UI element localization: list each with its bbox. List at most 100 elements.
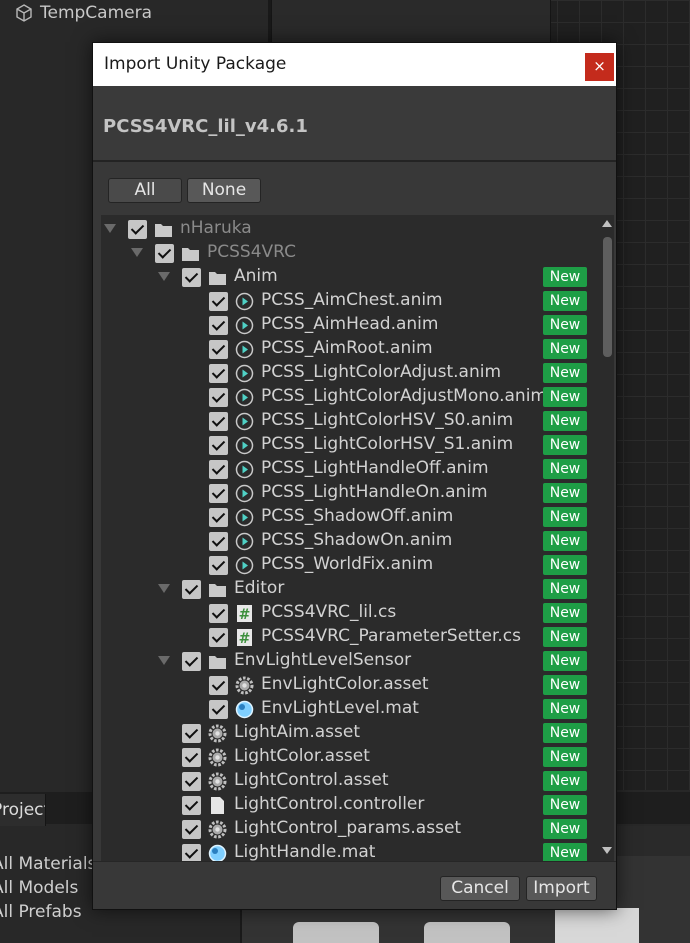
tree-row-label: EnvLightColor.asset bbox=[261, 674, 429, 694]
folder-icon bbox=[208, 652, 227, 671]
expand-arrow-icon[interactable] bbox=[158, 656, 170, 665]
include-checkbox[interactable] bbox=[209, 412, 228, 431]
tree-row-label-clip: PCSS4VRC_lil.cs bbox=[261, 602, 543, 624]
cancel-button[interactable]: Cancel bbox=[440, 876, 520, 901]
include-checkbox[interactable] bbox=[182, 820, 201, 839]
include-checkbox[interactable] bbox=[182, 724, 201, 743]
close-button[interactable]: × bbox=[585, 53, 614, 81]
hierarchy-item-tempcamera[interactable]: TempCamera bbox=[14, 2, 152, 24]
folder-thumbnail[interactable] bbox=[424, 922, 510, 943]
include-checkbox[interactable] bbox=[182, 772, 201, 791]
tree-row[interactable]: PCSS_AimChest.anim New bbox=[101, 289, 601, 313]
expand-arrow-icon[interactable] bbox=[158, 584, 170, 593]
select-none-button[interactable]: None bbox=[187, 178, 261, 203]
tree-row-label: LightControl_params.asset bbox=[234, 818, 462, 838]
include-checkbox[interactable] bbox=[209, 676, 228, 695]
include-checkbox[interactable] bbox=[209, 388, 228, 407]
tree-row[interactable]: PCSS_AimRoot.anim New bbox=[101, 337, 601, 361]
tree-row[interactable]: LightHandle.mat New bbox=[101, 841, 601, 861]
tree-row[interactable]: PCSS4VRC bbox=[101, 241, 601, 265]
include-checkbox[interactable] bbox=[209, 364, 228, 383]
tree-row[interactable]: EnvLightLevel.mat New bbox=[101, 697, 601, 721]
folder-thumbnail[interactable] bbox=[293, 922, 379, 943]
include-checkbox[interactable] bbox=[209, 628, 228, 647]
include-checkbox[interactable] bbox=[182, 796, 201, 815]
tree-row-label: PCSS_AimChest.anim bbox=[261, 290, 443, 310]
include-checkbox[interactable] bbox=[209, 484, 228, 503]
import-button[interactable]: Import bbox=[526, 876, 597, 901]
favorite-all-prefabs[interactable]: All Prefabs bbox=[0, 902, 82, 926]
expand-arrow-icon[interactable] bbox=[158, 272, 170, 281]
tree-row[interactable]: LightControl.asset New bbox=[101, 769, 601, 793]
favorite-all-models[interactable]: All Models bbox=[0, 878, 78, 902]
tree-row[interactable]: LightControl.controller New bbox=[101, 793, 601, 817]
include-checkbox[interactable] bbox=[209, 316, 228, 335]
include-checkbox[interactable] bbox=[182, 652, 201, 671]
scrollbar-thumb[interactable] bbox=[603, 237, 612, 357]
package-name: PCSS4VRC_lil_v4.6.1 bbox=[103, 116, 308, 137]
tree-row-label-clip: LightColor.asset bbox=[234, 746, 543, 768]
include-checkbox[interactable] bbox=[128, 220, 147, 239]
tab-project[interactable]: Project bbox=[0, 794, 46, 826]
tree-row[interactable]: EnvLightLevelSensor New bbox=[101, 649, 601, 673]
favorite-all-materials[interactable]: All Materials bbox=[0, 854, 96, 878]
include-checkbox[interactable] bbox=[209, 532, 228, 551]
tree-row[interactable]: # PCSS4VRC_ParameterSetter.cs New bbox=[101, 625, 601, 649]
tree-row[interactable]: EnvLightColor.asset New bbox=[101, 673, 601, 697]
tree-row[interactable]: PCSS_LightColorHSV_S1.anim New bbox=[101, 433, 601, 457]
include-checkbox[interactable] bbox=[155, 244, 174, 263]
tree-row[interactable]: PCSS_LightHandleOn.anim New bbox=[101, 481, 601, 505]
tree-row-label-clip: PCSS_LightColorHSV_S1.anim bbox=[261, 434, 543, 456]
include-checkbox[interactable] bbox=[209, 700, 228, 719]
tree-row[interactable]: LightControl_params.asset New bbox=[101, 817, 601, 841]
include-checkbox[interactable] bbox=[209, 340, 228, 359]
tree-row[interactable]: LightAim.asset New bbox=[101, 721, 601, 745]
tree-row-label-clip: PCSS4VRC_ParameterSetter.cs bbox=[261, 626, 543, 648]
include-checkbox[interactable] bbox=[209, 604, 228, 623]
tree-row[interactable]: Anim New bbox=[101, 265, 601, 289]
dialog-title: Import Unity Package bbox=[104, 54, 287, 74]
tree-row[interactable]: Editor New bbox=[101, 577, 601, 601]
tree-row[interactable]: PCSS_LightColorAdjustMono.anim New bbox=[101, 385, 601, 409]
asset-thumbnail[interactable] bbox=[555, 908, 639, 943]
include-checkbox[interactable] bbox=[209, 556, 228, 575]
include-checkbox[interactable] bbox=[209, 292, 228, 311]
tree-row[interactable]: # PCSS4VRC_lil.cs New bbox=[101, 601, 601, 625]
tree-row[interactable]: PCSS_ShadowOn.anim New bbox=[101, 529, 601, 553]
tree-row[interactable]: PCSS_WorldFix.anim New bbox=[101, 553, 601, 577]
new-badge: New bbox=[543, 483, 587, 503]
dialog-titlebar[interactable]: Import Unity Package × bbox=[93, 43, 616, 86]
tree-row[interactable]: PCSS_LightHandleOff.anim New bbox=[101, 457, 601, 481]
tree-row-label: Editor bbox=[234, 578, 285, 598]
include-checkbox[interactable] bbox=[182, 580, 201, 599]
new-badge: New bbox=[543, 771, 587, 791]
new-badge: New bbox=[543, 819, 587, 839]
animation-clip-icon bbox=[235, 340, 254, 359]
include-checkbox[interactable] bbox=[209, 436, 228, 455]
new-badge: New bbox=[543, 627, 587, 647]
expand-arrow-icon[interactable] bbox=[104, 224, 116, 233]
expand-arrow-icon[interactable] bbox=[131, 248, 143, 257]
tree-row-label-clip: PCSS_LightColorAdjust.anim bbox=[261, 362, 543, 384]
tree-row[interactable]: PCSS_LightColorAdjust.anim New bbox=[101, 361, 601, 385]
select-all-button[interactable]: All bbox=[108, 178, 182, 203]
scroll-down-arrow-icon[interactable] bbox=[602, 847, 612, 854]
tree-row[interactable]: nHaruka bbox=[101, 217, 601, 241]
tree-row[interactable]: LightColor.asset New bbox=[101, 745, 601, 769]
folder-icon bbox=[154, 220, 173, 239]
include-checkbox[interactable] bbox=[182, 748, 201, 767]
tree-row-label: PCSS_LightColorHSV_S1.anim bbox=[261, 434, 514, 454]
tree-row[interactable]: PCSS_AimHead.anim New bbox=[101, 313, 601, 337]
tree-row[interactable]: PCSS_LightColorHSV_S0.anim New bbox=[101, 409, 601, 433]
tree-row[interactable]: PCSS_ShadowOff.anim New bbox=[101, 505, 601, 529]
include-checkbox[interactable] bbox=[182, 268, 201, 287]
include-checkbox[interactable] bbox=[209, 460, 228, 479]
vertical-scrollbar[interactable] bbox=[601, 215, 614, 861]
scroll-up-arrow-icon[interactable] bbox=[602, 220, 612, 227]
include-checkbox[interactable] bbox=[182, 844, 201, 861]
new-badge: New bbox=[543, 435, 587, 455]
tree-row-label: PCSS_LightColorAdjust.anim bbox=[261, 362, 502, 382]
package-contents-tree[interactable]: nHaruka PCSS4VRC Anim New PCSS_AimChest.anim… bbox=[101, 215, 601, 861]
new-badge: New bbox=[543, 339, 587, 359]
include-checkbox[interactable] bbox=[209, 508, 228, 527]
